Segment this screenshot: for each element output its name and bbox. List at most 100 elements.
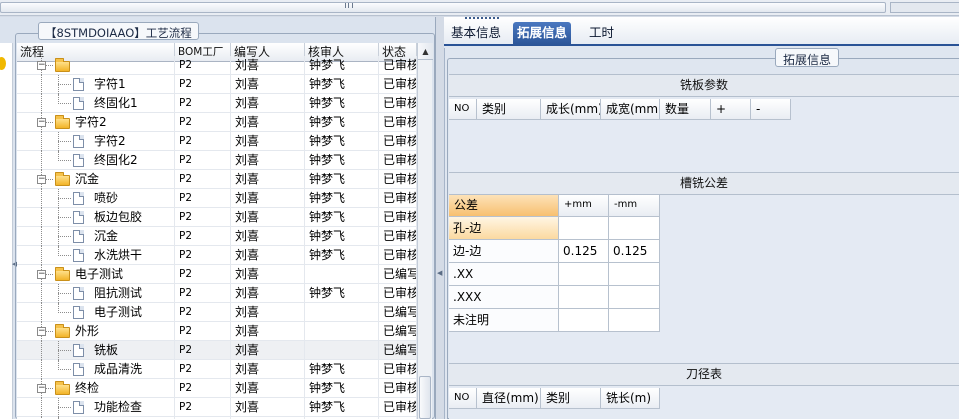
tree-step-row[interactable]: 字符1 P2 刘喜 钟梦飞 已审核 xyxy=(17,75,417,94)
board-col-minus[interactable]: - xyxy=(751,99,791,120)
tolerance-minus-cell[interactable]: 0.125 xyxy=(609,240,660,263)
row-author: 刘喜 xyxy=(231,132,305,151)
folder-icon xyxy=(55,267,70,281)
tolerance-col-minus[interactable]: -mm xyxy=(609,195,660,217)
tree-vertical-scrollbar[interactable]: ▲ xyxy=(417,43,433,419)
tree-group-row[interactable]: − 沉金 P2 刘喜 钟梦飞 已审核 xyxy=(17,170,417,189)
tree-node-label: 沉金 xyxy=(75,172,100,186)
row-bom: P2 xyxy=(175,398,231,417)
tolerance-minus-cell[interactable] xyxy=(609,309,660,332)
scrollbar-track[interactable] xyxy=(890,2,959,13)
tolerance-row-label[interactable]: 孔-边 xyxy=(449,217,559,240)
board-col-plus[interactable]: + xyxy=(711,99,751,120)
tolerance-col-label[interactable]: 公差 xyxy=(449,195,559,217)
tab-extended-info[interactable]: 拓展信息 xyxy=(513,22,572,46)
tab-basic-info[interactable]: 基本信息 xyxy=(447,22,505,46)
tree-node-label: 终固化2 xyxy=(94,153,138,167)
tree-connector xyxy=(58,160,71,161)
row-status: 已审核 xyxy=(379,56,417,75)
tolerance-plus-cell[interactable] xyxy=(559,217,609,240)
collapse-toggle-icon[interactable]: − xyxy=(37,61,46,70)
board-col-length[interactable]: 成长(mm) xyxy=(541,99,601,120)
row-status: 已审核 xyxy=(379,151,417,170)
scrollbar-thumb[interactable] xyxy=(0,2,886,13)
row-reviewer xyxy=(305,265,379,284)
collapse-toggle-icon[interactable]: − xyxy=(37,384,46,393)
tree-step-row[interactable]: 终固化2 P2 刘喜 钟梦飞 已审核 xyxy=(17,151,417,170)
tolerance-row-label[interactable]: 未注明 xyxy=(449,309,559,332)
tree-step-row[interactable]: 沉金 P2 刘喜 钟梦飞 已审核 xyxy=(17,227,417,246)
board-col-qty[interactable]: 数量 xyxy=(660,99,711,120)
tolerance-plus-cell[interactable] xyxy=(559,263,609,286)
row-bom: P2 xyxy=(175,284,231,303)
tree-cell: 终固化2 xyxy=(17,151,175,170)
tree-step-row[interactable]: 喷砂 P2 刘喜 钟梦飞 已审核 xyxy=(17,189,417,208)
tool-col-diameter[interactable]: 直径(mm) xyxy=(477,388,541,409)
process-tree-grid[interactable]: 流程 BOM工厂 编写人 核审人 状态 − P2 刘喜 钟梦飞 已审核 字符1 P2 刘喜 钟梦… xyxy=(17,43,417,419)
tree-connector xyxy=(58,350,71,351)
tree-node-label: 铣板 xyxy=(94,343,119,357)
row-status: 已审核 xyxy=(379,227,417,246)
tool-col-mill-length[interactable]: 铣长(m) xyxy=(601,388,660,409)
tree-connector xyxy=(58,369,71,370)
tab-work-hours[interactable]: 工时 xyxy=(585,22,618,46)
tree-connector xyxy=(58,84,71,85)
tree-step-row[interactable]: 水洗烘干 P2 刘喜 钟梦飞 已审核 xyxy=(17,246,417,265)
row-author: 刘喜 xyxy=(231,151,305,170)
panel-splitter[interactable]: ◀ xyxy=(436,17,444,419)
tree-step-row[interactable]: 成品清洗 P2 刘喜 钟梦飞 已审核 xyxy=(17,360,417,379)
drag-handle-icon[interactable] xyxy=(465,17,499,20)
board-col-category[interactable]: 类别 xyxy=(477,99,541,120)
tolerance-minus-cell[interactable] xyxy=(609,286,660,309)
collapse-toggle-icon[interactable]: − xyxy=(37,118,46,127)
tolerance-plus-cell[interactable]: 0.125 xyxy=(559,240,609,263)
board-col-width[interactable]: 成宽(mm) xyxy=(601,99,660,120)
row-reviewer xyxy=(305,322,379,341)
tree-step-row[interactable]: 终固化1 P2 刘喜 钟梦飞 已审核 xyxy=(17,94,417,113)
row-status: 已审核 xyxy=(379,379,417,398)
tolerance-col-plus[interactable]: +mm xyxy=(559,195,609,217)
tree-group-row[interactable]: − 外形 P2 刘喜 已编写 xyxy=(17,322,417,341)
board-params-grid[interactable]: NO 类别 成长(mm) 成宽(mm) 数量 + - xyxy=(449,97,959,172)
board-col-no[interactable]: NO xyxy=(449,99,477,120)
tolerance-row-label[interactable]: .XXX xyxy=(449,286,559,309)
top-horizontal-scrollbar[interactable] xyxy=(0,0,959,16)
tree-connector xyxy=(41,208,42,227)
slot-tolerance-grid[interactable]: 公差 +mm -mm 孔-边 边-边 0.125 0.125 .XX .XXX … xyxy=(449,195,959,363)
tree-step-row[interactable]: 电子测试 P2 刘喜 已编写 xyxy=(17,303,417,322)
tree-step-row[interactable]: 板边包胶 P2 刘喜 钟梦飞 已审核 xyxy=(17,208,417,227)
collapse-toggle-icon[interactable]: − xyxy=(37,270,46,279)
tree-cell: 终固化1 xyxy=(17,94,175,113)
tool-col-category[interactable]: 类别 xyxy=(541,388,601,409)
row-status: 已编写 xyxy=(379,265,417,284)
tree-step-row[interactable]: 阻抗测试 P2 刘喜 钟梦飞 已审核 xyxy=(17,284,417,303)
tree-group-row[interactable]: − 终检 P2 刘喜 钟梦飞 已审核 xyxy=(17,379,417,398)
tool-col-no[interactable]: NO xyxy=(449,388,477,409)
slot-tolerance-title: 槽铣公差 xyxy=(449,172,959,195)
tree-connector xyxy=(58,312,71,313)
tree-connector xyxy=(41,360,42,379)
tolerance-row-label[interactable]: .XX xyxy=(449,263,559,286)
tree-cell: 铣板 xyxy=(17,341,175,360)
tolerance-row-label[interactable]: 边-边 xyxy=(449,240,559,263)
tree-group-row[interactable]: − 电子测试 P2 刘喜 已编写 xyxy=(17,265,417,284)
tree-group-row[interactable]: − P2 刘喜 钟梦飞 已审核 xyxy=(17,56,417,75)
row-author: 刘喜 xyxy=(231,227,305,246)
scrollbar-thumb[interactable] xyxy=(419,376,431,419)
tolerance-plus-cell[interactable] xyxy=(559,286,609,309)
tolerance-plus-cell[interactable] xyxy=(559,309,609,332)
collapse-toggle-icon[interactable]: − xyxy=(37,327,46,336)
tree-connector xyxy=(41,341,42,360)
tree-step-row[interactable]: 铣板 P2 刘喜 已编写 xyxy=(17,341,417,360)
row-reviewer: 钟梦飞 xyxy=(305,284,379,303)
tolerance-minus-cell[interactable] xyxy=(609,263,660,286)
collapse-toggle-icon[interactable]: − xyxy=(37,175,46,184)
tolerance-minus-cell[interactable] xyxy=(609,217,660,240)
tool-table-grid[interactable]: NO 直径(mm) 类别 铣长(m) xyxy=(449,386,959,419)
tree-group-row[interactable]: − 字符2 P2 刘喜 钟梦飞 已审核 xyxy=(17,113,417,132)
collapse-arrow-icon[interactable]: ◀ xyxy=(437,269,442,277)
tree-step-row[interactable]: 功能检查 P2 刘喜 钟梦飞 已审核 xyxy=(17,398,417,417)
row-author: 刘喜 xyxy=(231,246,305,265)
scroll-up-icon[interactable]: ▲ xyxy=(418,43,433,60)
tree-step-row[interactable]: 字符2 P2 刘喜 钟梦飞 已审核 xyxy=(17,132,417,151)
